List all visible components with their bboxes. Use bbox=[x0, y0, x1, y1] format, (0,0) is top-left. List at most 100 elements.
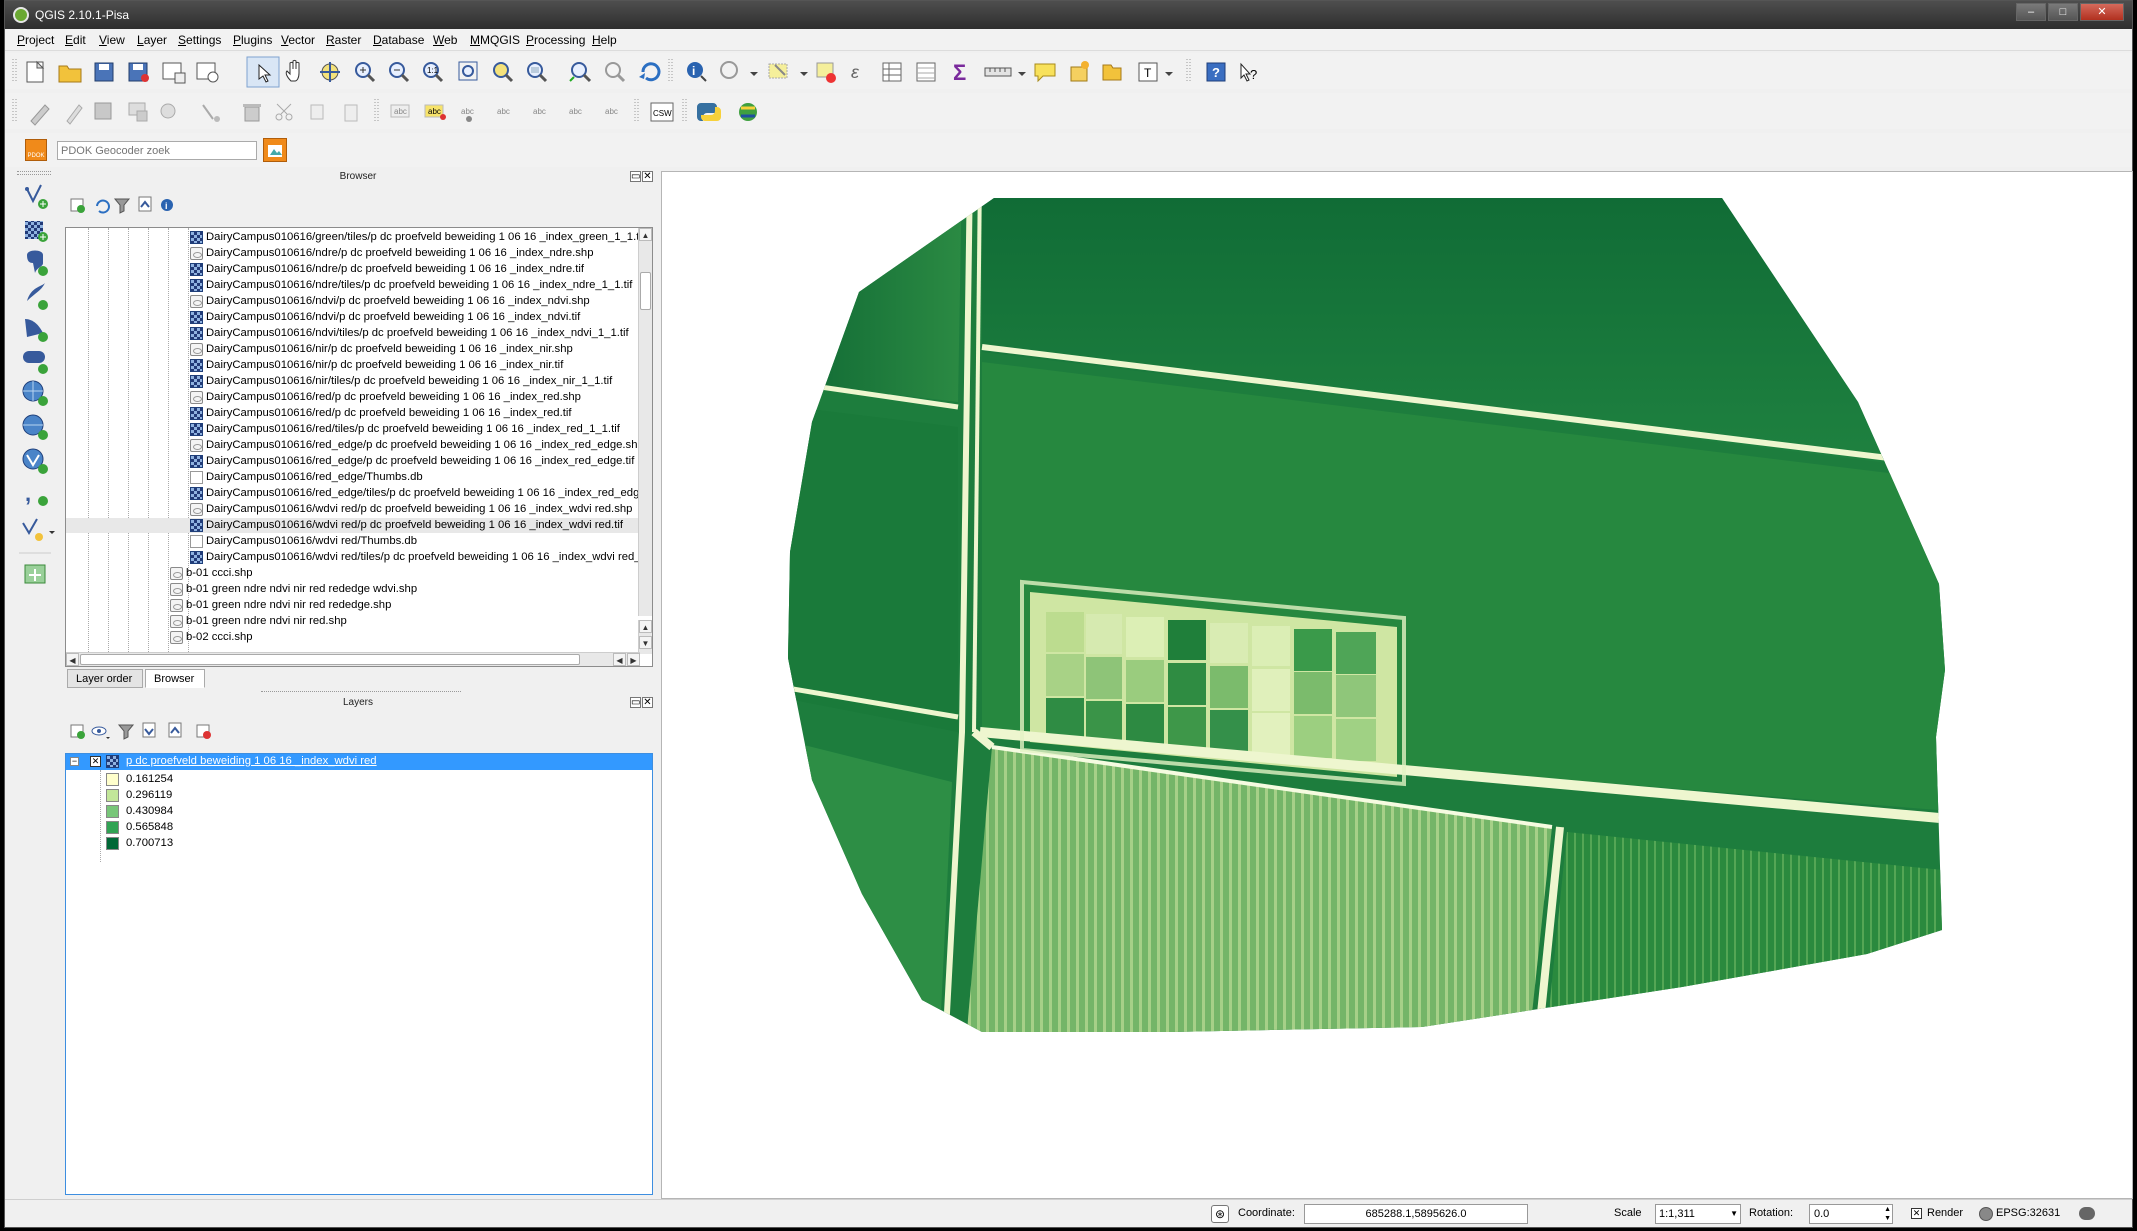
browser-item[interactable]: b-02 ccci.shp bbox=[66, 630, 640, 645]
browser-item[interactable]: DairyCampus010616/nir/p dc proefveld bew… bbox=[66, 342, 640, 357]
menu-mmqgis[interactable]: MMQGIS bbox=[470, 33, 520, 47]
move-label-icon[interactable]: abc bbox=[533, 107, 546, 116]
menu-project[interactable]: Project bbox=[17, 33, 54, 47]
browser-item[interactable]: DairyCampus010616/red_edge/p dc proefvel… bbox=[66, 438, 644, 453]
toggle-editing-icon[interactable] bbox=[66, 104, 83, 125]
add-group-icon[interactable] bbox=[70, 724, 85, 739]
add-postgis-layer-icon[interactable] bbox=[27, 250, 48, 277]
add-selected-layers-icon[interactable] bbox=[70, 198, 85, 213]
pin-labels-icon[interactable]: abc bbox=[461, 107, 474, 122]
browser-item[interactable]: DairyCampus010616/red_edge/Thumbs.db bbox=[66, 470, 640, 485]
browser-refresh-icon[interactable] bbox=[96, 199, 110, 214]
rotate-label-icon[interactable]: abc bbox=[569, 107, 582, 116]
menu-web[interactable]: Web bbox=[433, 33, 457, 47]
zoom-out-icon[interactable] bbox=[389, 62, 410, 83]
menu-raster[interactable]: Raster bbox=[326, 33, 361, 47]
add-vector-layer-icon[interactable] bbox=[25, 184, 48, 209]
statistics-icon[interactable]: Σ bbox=[953, 60, 966, 85]
select-area-icon[interactable] bbox=[768, 63, 808, 79]
show-hide-labels-icon[interactable]: abc bbox=[497, 107, 510, 116]
delete-selected-icon[interactable] bbox=[243, 104, 261, 122]
crs-status[interactable]: EPSG:32631 bbox=[1996, 1207, 2060, 1219]
float-panel-button[interactable]: ▭ bbox=[630, 171, 641, 182]
browser-item[interactable]: DairyCampus010616/green/tiles/p dc proef… bbox=[66, 230, 645, 245]
browser-item[interactable]: DairyCampus010616/red_edge/p dc proefvel… bbox=[66, 454, 640, 469]
collapse-toggle[interactable]: − bbox=[70, 757, 79, 766]
menu-view[interactable]: View bbox=[99, 33, 125, 47]
add-wcs-layer-icon[interactable] bbox=[22, 414, 48, 440]
zoom-in-icon[interactable] bbox=[355, 62, 376, 83]
manage-visibility-icon[interactable] bbox=[91, 726, 110, 739]
add-to-map-icon[interactable] bbox=[24, 564, 46, 584]
move-feature-icon[interactable] bbox=[160, 103, 176, 119]
measure-icon[interactable] bbox=[984, 67, 1026, 77]
menu-plugins[interactable]: Plugins bbox=[233, 33, 272, 47]
layer-name[interactable]: p dc proefveld beweiding 1 06 16 _index_… bbox=[126, 755, 377, 767]
menu-layer[interactable]: Layer bbox=[137, 33, 167, 47]
browser-item[interactable]: DairyCampus010616/wdvi red/tiles/p dc pr… bbox=[66, 550, 647, 565]
crs-globe-icon[interactable] bbox=[1979, 1207, 1993, 1221]
identify-icon[interactable]: i bbox=[687, 62, 707, 82]
tab-layer-order[interactable]: Layer order bbox=[67, 669, 143, 688]
map-canvas[interactable] bbox=[661, 171, 2133, 1199]
close-layers-button[interactable]: ✕ bbox=[642, 697, 653, 708]
layer-row-selected[interactable]: − ✕ p dc proefveld beweiding 1 06 16 _in… bbox=[66, 754, 652, 770]
save-project-icon[interactable] bbox=[94, 62, 114, 82]
zoom-native-icon[interactable]: 1:1 bbox=[423, 62, 444, 83]
zoom-full-icon[interactable] bbox=[458, 61, 478, 81]
float-layers-button[interactable]: ▭ bbox=[630, 697, 641, 708]
browser-item[interactable]: DairyCampus010616/wdvi red/p dc proefvel… bbox=[66, 502, 640, 517]
geocoder-search-input[interactable] bbox=[57, 141, 257, 160]
browser-item[interactable]: DairyCampus010616/ndre/tiles/p dc proefv… bbox=[66, 278, 640, 293]
copy-features-icon[interactable] bbox=[310, 104, 324, 120]
new-shapefile-layer-icon[interactable] bbox=[22, 518, 55, 541]
pan-to-selection-icon[interactable] bbox=[320, 62, 340, 82]
render-checkbox[interactable]: ✕ bbox=[1911, 1208, 1922, 1219]
paste-features-icon[interactable] bbox=[344, 104, 358, 122]
pan-icon[interactable] bbox=[285, 59, 300, 82]
whats-this-icon[interactable]: ? bbox=[1240, 62, 1257, 82]
layers-tree[interactable]: − ✕ p dc proefveld beweiding 1 06 16 _in… bbox=[65, 753, 653, 1195]
rotation-spinbox[interactable]: 0.0 ▲ ▼ bbox=[1809, 1204, 1893, 1224]
layer-visibility-checkbox[interactable]: ✕ bbox=[90, 756, 101, 767]
remove-layer-icon[interactable] bbox=[196, 724, 211, 739]
python-console-icon[interactable] bbox=[697, 103, 721, 121]
add-wfs-layer-icon[interactable] bbox=[22, 448, 48, 474]
add-feature-icon[interactable] bbox=[128, 102, 148, 122]
add-oracle-layer-icon[interactable] bbox=[23, 351, 48, 374]
layers-filter-icon[interactable] bbox=[117, 724, 135, 740]
label-highlight-icon[interactable]: abc bbox=[424, 104, 446, 120]
zoom-last-icon[interactable] bbox=[569, 62, 592, 83]
add-delimited-text-layer-icon[interactable]: , bbox=[25, 481, 48, 506]
save-edits-icon[interactable] bbox=[94, 102, 112, 120]
close-panel-button[interactable]: ✕ bbox=[642, 171, 653, 182]
browser-item[interactable]: b-01 green ndre ndvi nir red.shp bbox=[66, 614, 640, 629]
browser-scrollbar-v[interactable]: ▲ bbox=[638, 228, 652, 616]
menu-vector[interactable]: Vector bbox=[281, 33, 315, 47]
open-project-icon[interactable] bbox=[58, 65, 82, 83]
zoom-to-selection-icon[interactable] bbox=[493, 62, 514, 83]
browser-item[interactable]: DairyCampus010616/wdvi red/Thumbs.db bbox=[66, 534, 640, 549]
browser-item[interactable]: DairyCampus010616/red/p dc proefveld bew… bbox=[66, 390, 640, 405]
select-features-icon[interactable] bbox=[720, 61, 758, 79]
field-calculator-icon[interactable] bbox=[916, 62, 936, 82]
layer-labeling-icon[interactable]: abc bbox=[390, 104, 410, 118]
browser-item[interactable]: DairyCampus010616/red/p dc proefveld bew… bbox=[66, 406, 640, 421]
menu-edit[interactable]: Edit bbox=[65, 33, 86, 47]
collapse-all-icon[interactable] bbox=[138, 196, 152, 212]
menu-processing[interactable]: Processing bbox=[526, 33, 585, 47]
browser-item[interactable]: b-01 ccci.shp bbox=[66, 566, 640, 581]
maximize-button[interactable]: □ bbox=[2048, 3, 2078, 21]
geocoder-zoom-button[interactable] bbox=[263, 138, 287, 162]
new-bookmark-icon[interactable] bbox=[1070, 61, 1089, 82]
text-annotation-icon[interactable]: T bbox=[1138, 62, 1173, 82]
browser-item[interactable]: DairyCampus010616/wdvi red/p dc proefvel… bbox=[66, 518, 640, 533]
browser-properties-icon[interactable]: i bbox=[161, 199, 173, 211]
add-mssql-layer-icon[interactable] bbox=[25, 319, 48, 342]
minimize-button[interactable]: – bbox=[2016, 3, 2046, 21]
map-tips-icon[interactable] bbox=[1034, 63, 1056, 83]
browser-item[interactable]: DairyCampus010616/ndre/p dc proefveld be… bbox=[66, 262, 640, 277]
menu-help[interactable]: Help bbox=[592, 33, 617, 47]
close-button[interactable]: ✕ bbox=[2080, 3, 2124, 21]
browser-item[interactable]: DairyCampus010616/red_edge/tiles/p dc pr… bbox=[66, 486, 652, 501]
